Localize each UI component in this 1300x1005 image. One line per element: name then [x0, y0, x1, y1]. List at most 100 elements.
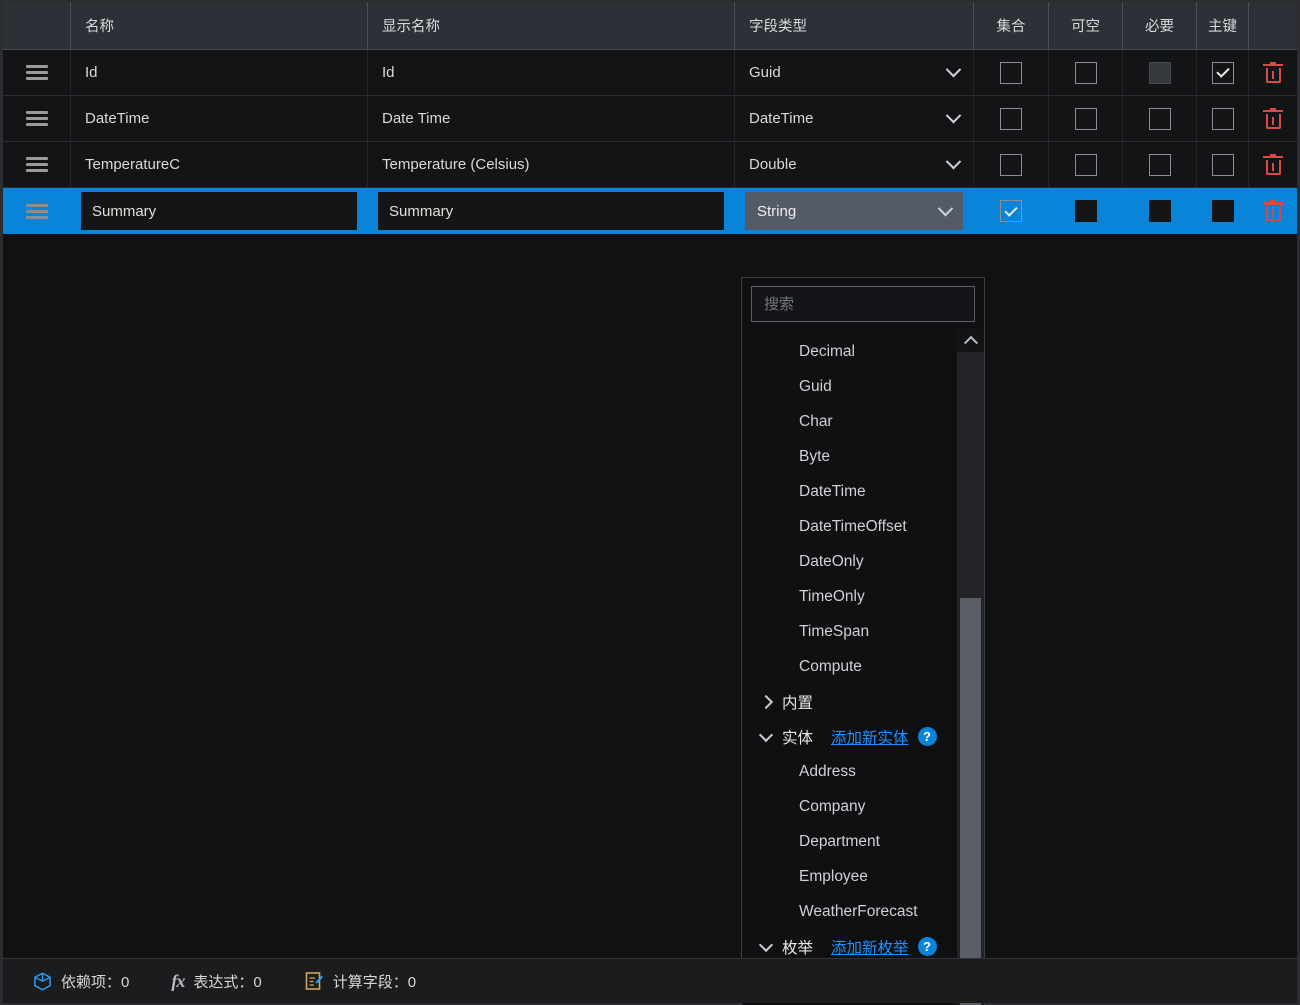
column-header-display-name[interactable]: 显示名称	[368, 2, 735, 49]
dropdown-option-company[interactable]: Company	[742, 789, 984, 824]
name-input[interactable]	[81, 192, 357, 230]
table-row[interactable]: TemperatureC Temperature (Celsius) Doubl…	[3, 142, 1297, 188]
add-new-enum-link[interactable]: 添加新枚举	[831, 936, 909, 958]
row-delete-cell[interactable]	[1249, 142, 1297, 187]
field-type-select[interactable]: DateTime	[749, 96, 962, 141]
row-name-cell[interactable]	[71, 188, 368, 234]
trash-icon[interactable]	[1263, 107, 1283, 130]
collection-checkbox[interactable]	[1000, 200, 1022, 222]
status-dependencies[interactable]: 依赖项：0	[33, 971, 129, 992]
status-computed-fields[interactable]: 计算字段：0	[304, 971, 416, 992]
row-nullable-cell[interactable]	[1049, 142, 1123, 187]
column-header-nullable[interactable]: 可空	[1049, 2, 1123, 49]
column-header-name[interactable]: 名称	[71, 2, 368, 49]
row-collection-cell[interactable]	[974, 188, 1049, 234]
dropdown-group-builtin[interactable]: 内置	[742, 684, 984, 719]
primary-key-checkbox[interactable]	[1211, 153, 1234, 176]
nullable-checkbox[interactable]	[1074, 61, 1097, 84]
field-type-select[interactable]: Guid	[749, 50, 962, 95]
nullable-checkbox[interactable]	[1074, 107, 1097, 130]
primary-key-checkbox[interactable]	[1211, 200, 1234, 222]
row-required-cell[interactable]	[1123, 188, 1197, 234]
row-collection-cell[interactable]	[974, 96, 1049, 141]
row-required-cell[interactable]	[1123, 142, 1197, 187]
nullable-checkbox[interactable]	[1074, 153, 1097, 176]
dropdown-option-address[interactable]: Address	[742, 754, 984, 789]
field-type-select[interactable]: String	[745, 192, 963, 230]
dropdown-option-datetimeoffset[interactable]: DateTimeOffset	[742, 509, 984, 544]
row-drag-handle-cell[interactable]	[3, 50, 71, 95]
status-expressions[interactable]: fx 表达式：0	[171, 971, 261, 992]
row-primary-key-cell[interactable]	[1197, 50, 1249, 95]
row-primary-key-cell[interactable]	[1197, 142, 1249, 187]
collection-checkbox[interactable]	[1000, 61, 1022, 84]
required-checkbox[interactable]	[1148, 107, 1171, 130]
help-icon[interactable]: ?	[917, 727, 937, 746]
row-name-cell[interactable]: DateTime	[71, 96, 368, 141]
search-input[interactable]	[751, 286, 975, 322]
primary-key-checkbox[interactable]	[1211, 107, 1234, 130]
table-row[interactable]: Id Id Guid	[3, 50, 1297, 96]
dropdown-option-compute[interactable]: Compute	[742, 649, 984, 684]
row-delete-cell[interactable]	[1249, 96, 1297, 141]
row-field-type-cell[interactable]: String	[735, 188, 974, 234]
row-field-type-cell[interactable]: DateTime	[735, 96, 974, 141]
dropdown-option-dateonly[interactable]: DateOnly	[742, 544, 984, 579]
row-delete-cell[interactable]	[1249, 50, 1297, 95]
row-primary-key-cell[interactable]	[1197, 188, 1249, 234]
dropdown-option-weatherforecast[interactable]: WeatherForecast	[742, 894, 984, 929]
dropdown-option-datetime[interactable]: DateTime	[742, 474, 984, 509]
row-drag-handle-cell[interactable]	[3, 142, 71, 187]
row-collection-cell[interactable]	[974, 142, 1049, 187]
row-nullable-cell[interactable]	[1049, 50, 1123, 95]
dropdown-scrollbar[interactable]	[957, 328, 984, 1005]
row-nullable-cell[interactable]	[1049, 188, 1123, 234]
column-header-field-type[interactable]: 字段类型	[735, 2, 974, 49]
scrollbar-track[interactable]	[957, 352, 984, 1005]
display-name-input[interactable]	[378, 192, 724, 230]
column-header-collection[interactable]: 集合	[974, 2, 1049, 49]
collection-checkbox[interactable]	[1000, 107, 1022, 130]
drag-handle-icon[interactable]	[25, 111, 48, 126]
row-display-name-cell[interactable]	[368, 188, 735, 234]
scrollbar-thumb[interactable]	[960, 598, 981, 1005]
required-checkbox[interactable]	[1148, 153, 1171, 176]
dropdown-option-guid[interactable]: Guid	[742, 369, 984, 404]
dropdown-option-timespan[interactable]: TimeSpan	[742, 614, 984, 649]
primary-key-checkbox[interactable]	[1211, 61, 1234, 84]
dropdown-option-byte[interactable]: Byte	[742, 439, 984, 474]
dropdown-option-char[interactable]: Char	[742, 404, 984, 439]
column-header-required[interactable]: 必要	[1123, 2, 1197, 49]
add-new-entity-link[interactable]: 添加新实体	[831, 726, 909, 748]
help-icon[interactable]: ?	[917, 937, 937, 956]
nullable-checkbox[interactable]	[1074, 200, 1097, 222]
row-name-cell[interactable]: TemperatureC	[71, 142, 368, 187]
row-drag-handle-cell[interactable]	[3, 96, 71, 141]
drag-handle-icon[interactable]	[25, 65, 48, 80]
trash-icon[interactable]	[1263, 153, 1283, 176]
dropdown-option-timeonly[interactable]: TimeOnly	[742, 579, 984, 614]
table-row[interactable]: DateTime Date Time DateTime	[3, 96, 1297, 142]
dropdown-option-list[interactable]: Decimal Guid Char Byte DateTime DateTime…	[742, 328, 984, 1005]
drag-handle-icon[interactable]	[25, 203, 48, 219]
row-field-type-cell[interactable]: Double	[735, 142, 974, 187]
row-display-name-cell[interactable]: Temperature (Celsius)	[368, 142, 735, 187]
dropdown-option-department[interactable]: Department	[742, 824, 984, 859]
row-name-cell[interactable]: Id	[71, 50, 368, 95]
row-display-name-cell[interactable]: Id	[368, 50, 735, 95]
row-primary-key-cell[interactable]	[1197, 96, 1249, 141]
dropdown-option-employee[interactable]: Employee	[742, 859, 984, 894]
column-header-primary-key[interactable]: 主键	[1197, 2, 1249, 49]
required-checkbox[interactable]	[1148, 200, 1171, 222]
table-row-selected[interactable]: String	[3, 188, 1297, 234]
trash-icon[interactable]	[1263, 200, 1283, 222]
collection-checkbox[interactable]	[1000, 153, 1022, 176]
drag-handle-icon[interactable]	[25, 157, 48, 172]
scroll-up-button[interactable]	[957, 328, 984, 352]
row-delete-cell[interactable]	[1249, 188, 1297, 234]
row-collection-cell[interactable]	[974, 50, 1049, 95]
row-nullable-cell[interactable]	[1049, 96, 1123, 141]
field-type-select[interactable]: Double	[749, 142, 962, 187]
row-drag-handle-cell[interactable]	[3, 188, 71, 234]
dropdown-group-entity[interactable]: 实体 添加新实体 ?	[742, 719, 984, 754]
